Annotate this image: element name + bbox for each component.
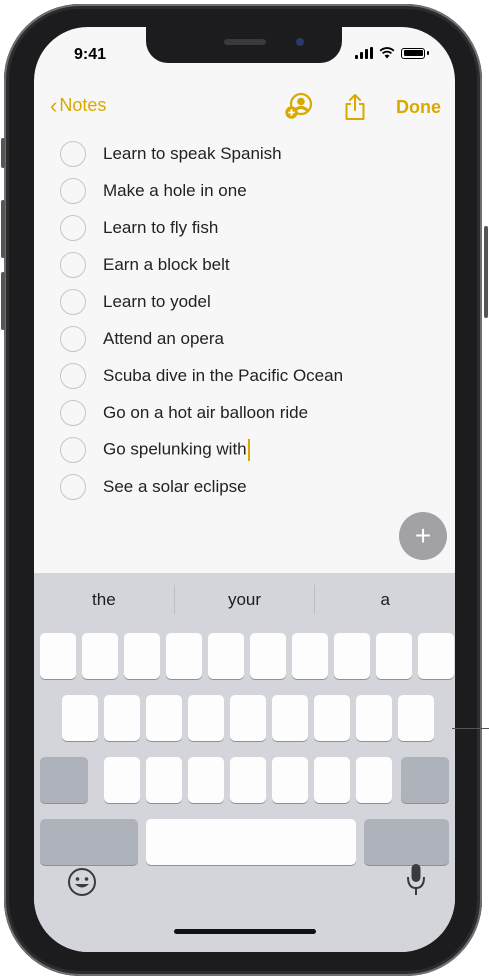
volume-up-button [1, 200, 5, 258]
notch [146, 27, 342, 63]
checklist-item-text[interactable]: Learn to speak Spanish [103, 144, 282, 164]
checklist-item[interactable]: Learn to fly fish [60, 209, 440, 246]
back-button[interactable]: ‹ Notes [50, 92, 107, 118]
add-button[interactable]: + [399, 512, 447, 560]
key[interactable] [166, 633, 202, 679]
checklist-item-text[interactable]: Attend an opera [103, 329, 224, 349]
checklist-item-text[interactable]: Learn to fly fish [103, 218, 218, 238]
navigation-bar: ‹ Notes Done [34, 89, 455, 125]
checklist-item-text[interactable]: Make a hole in one [103, 181, 247, 201]
key[interactable] [230, 695, 266, 741]
speaker [224, 39, 266, 45]
add-person-icon[interactable] [284, 91, 314, 121]
checkbox-circle[interactable] [60, 251, 86, 278]
emoji-icon[interactable] [66, 866, 98, 898]
silent-switch [1, 138, 5, 168]
checklist-item[interactable]: Learn to speak Spanish [60, 135, 440, 172]
checklist-item-editing-text[interactable]: Go spelunking with [103, 439, 247, 458]
key[interactable] [82, 633, 118, 679]
key[interactable] [208, 633, 244, 679]
checklist-item[interactable]: Earn a block belt [60, 246, 440, 283]
key[interactable] [356, 757, 392, 803]
key[interactable] [272, 757, 308, 803]
status-time: 9:41 [74, 46, 107, 63]
status-icons [355, 47, 429, 59]
checkbox-circle[interactable] [60, 436, 86, 463]
key[interactable] [418, 633, 454, 679]
key[interactable] [314, 695, 350, 741]
checkbox-circle[interactable] [60, 473, 86, 500]
checklist-item-text[interactable]: Earn a block belt [103, 255, 230, 275]
checklist-item-text[interactable]: Go on a hot air balloon ride [103, 403, 308, 423]
key[interactable] [376, 633, 412, 679]
checklist-item-editing[interactable]: Go spelunking with [60, 431, 440, 468]
wifi-icon [379, 47, 395, 59]
volume-down-button [1, 272, 5, 330]
checklist-item[interactable]: Learn to yodel [60, 283, 440, 320]
key[interactable] [146, 757, 182, 803]
plus-icon: + [414, 520, 432, 551]
checklist: Learn to speak Spanish Make a hole in on… [60, 135, 440, 505]
key[interactable] [40, 633, 76, 679]
checklist-item[interactable]: Make a hole in one [60, 172, 440, 209]
front-camera [296, 38, 304, 46]
battery-cap [427, 51, 429, 55]
key[interactable] [104, 695, 140, 741]
checkbox-circle[interactable] [60, 214, 86, 241]
keyboard-bottom-bar [34, 832, 455, 952]
checkbox-circle[interactable] [60, 177, 86, 204]
key[interactable] [334, 633, 370, 679]
power-button [484, 226, 488, 318]
checkbox-circle[interactable] [60, 399, 86, 426]
key[interactable] [398, 695, 434, 741]
screen: 9:41 ‹ Notes Done Learn to speak Spanish… [34, 27, 455, 952]
checklist-item-text[interactable]: See a solar eclipse [103, 477, 247, 497]
checklist-item-text[interactable]: Scuba dive in the Pacific Ocean [103, 366, 343, 386]
key[interactable] [124, 633, 160, 679]
checkbox-circle[interactable] [60, 140, 86, 167]
key[interactable] [356, 695, 392, 741]
signal-icon [355, 47, 373, 59]
chevron-left-icon: ‹ [50, 92, 58, 118]
back-label: Notes [59, 95, 107, 115]
key[interactable] [188, 695, 224, 741]
key[interactable] [146, 695, 182, 741]
keyboard: the your a [34, 573, 455, 952]
key[interactable] [292, 633, 328, 679]
text-cursor [247, 438, 250, 461]
microphone-icon[interactable] [405, 862, 427, 898]
checkbox-circle[interactable] [60, 362, 86, 389]
home-indicator[interactable] [174, 929, 316, 934]
share-icon[interactable] [344, 93, 366, 121]
key-row-2 [34, 695, 455, 741]
suggestion-2[interactable]: your [175, 573, 315, 626]
suggestion-3[interactable]: a [315, 573, 455, 626]
checklist-item[interactable]: Attend an opera [60, 320, 440, 357]
key[interactable] [62, 695, 98, 741]
key[interactable] [104, 757, 140, 803]
suggestion-1[interactable]: the [34, 573, 174, 626]
checkbox-circle[interactable] [60, 288, 86, 315]
key[interactable] [250, 633, 286, 679]
delete-key[interactable] [401, 757, 449, 803]
checklist-item-text[interactable]: Learn to yodel [103, 292, 211, 312]
checklist-item[interactable]: See a solar eclipse [60, 468, 440, 505]
key[interactable] [314, 757, 350, 803]
callout-line [452, 728, 489, 729]
key[interactable] [230, 757, 266, 803]
shift-key[interactable] [40, 757, 88, 803]
predictive-bar: the your a [34, 573, 455, 626]
checkbox-circle[interactable] [60, 325, 86, 352]
battery-icon [401, 47, 425, 59]
done-button[interactable]: Done [396, 97, 441, 118]
checklist-item-text[interactable]: Go spelunking with [103, 438, 250, 461]
checklist-item[interactable]: Scuba dive in the Pacific Ocean [60, 357, 440, 394]
key[interactable] [272, 695, 308, 741]
key-row-3 [34, 757, 455, 803]
key[interactable] [188, 757, 224, 803]
checklist-item[interactable]: Go on a hot air balloon ride [60, 394, 440, 431]
key-row-1 [34, 633, 455, 679]
